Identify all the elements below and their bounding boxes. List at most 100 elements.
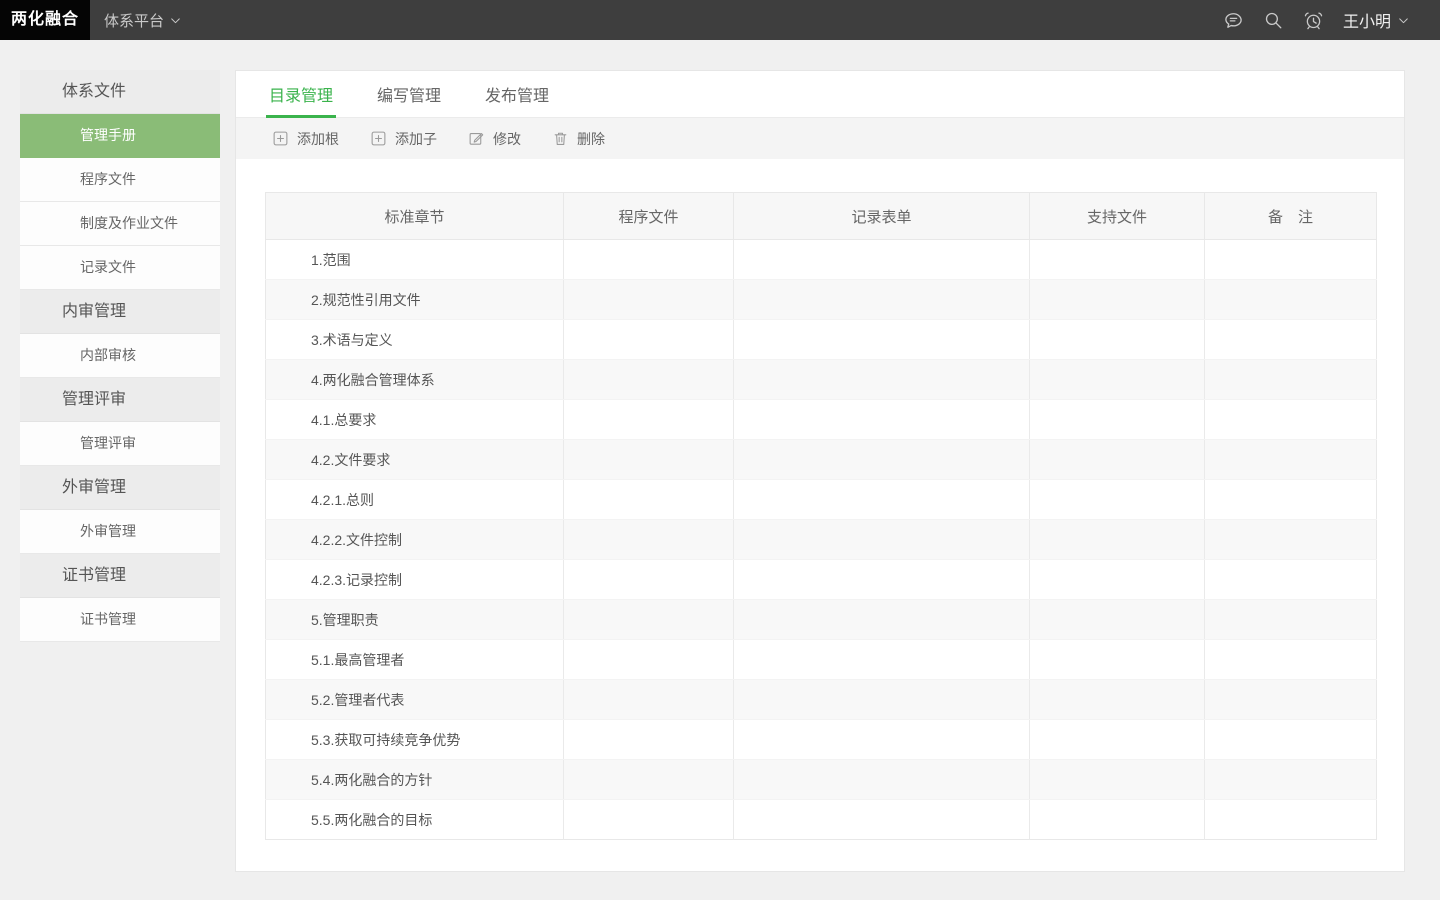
sidebar-item[interactable]: 程序文件 [20,158,220,202]
sidebar-item-active[interactable]: 管理手册 [20,114,220,158]
toolbar-button-4[interactable]: 删除 [552,129,605,149]
empty-cell [1030,480,1205,520]
empty-cell [1205,560,1377,600]
empty-cell [734,320,1030,360]
column-header: 程序文件 [564,193,734,240]
sidebar-item[interactable]: 制度及作业文件 [20,202,220,246]
sidebar-group-header[interactable]: 外审管理 [20,466,220,510]
toolbar-button-label: 修改 [493,129,521,149]
empty-cell [1030,240,1205,280]
sidebar-group-header[interactable]: 证书管理 [20,554,220,598]
empty-cell [564,280,734,320]
chapter-cell: 4.2.1.总则 [266,480,564,520]
sidebar-item[interactable]: 证书管理 [20,598,220,642]
table-row[interactable]: 5.5.两化融合的目标 [266,800,1377,840]
chapter-cell: 4.1.总要求 [266,400,564,440]
empty-cell [564,240,734,280]
alarm-icon[interactable] [1303,10,1324,31]
empty-cell [1030,520,1205,560]
toolbar-button-2[interactable]: 添加子 [370,129,437,149]
empty-cell [734,640,1030,680]
toolbar-button-3[interactable]: 修改 [468,129,521,149]
toolbar: 添加根 添加子 修改 删除 [236,118,1404,159]
table-row[interactable]: 4.1.总要求 [266,400,1377,440]
sidebar-item[interactable]: 记录文件 [20,246,220,290]
column-header: 支持文件 [1030,193,1205,240]
sidebar-item[interactable]: 外审管理 [20,510,220,554]
topbar: 两化融合 体系平台 王小明 [0,0,1440,40]
table-row[interactable]: 5.2.管理者代表 [266,680,1377,720]
empty-cell [734,480,1030,520]
app-logo: 两化融合 [0,0,90,40]
chapter-cell: 1.范围 [266,240,564,280]
empty-cell [1205,280,1377,320]
user-menu[interactable]: 王小明 [1343,8,1410,32]
table-row[interactable]: 5.4.两化融合的方针 [266,760,1377,800]
chevron-down-icon [1397,14,1410,27]
table-row[interactable]: 4.2.1.总则 [266,480,1377,520]
empty-cell [1205,440,1377,480]
chapter-cell: 4.2.3.记录控制 [266,560,564,600]
empty-cell [734,720,1030,760]
table-row[interactable]: 2.规范性引用文件 [266,280,1377,320]
table-header-row: 标准章节程序文件记录表单支持文件备 注 [266,193,1377,240]
tab-1[interactable]: 目录管理 [266,71,336,117]
sidebar-item[interactable]: 内部审核 [20,334,220,378]
empty-cell [564,680,734,720]
main-panel: 目录管理编写管理发布管理 添加根 添加子 修改 删除 标准章节程序文件记录表单支持文件… [235,70,1405,872]
table-body: 1.范围2.规范性引用文件3.术语与定义4.两化融合管理体系4.1.总要求4.2… [266,240,1377,840]
empty-cell [1205,720,1377,760]
empty-cell [1030,640,1205,680]
sidebar-group-header[interactable]: 管理评审 [20,378,220,422]
table-row[interactable]: 1.范围 [266,240,1377,280]
toolbar-button-1[interactable]: 添加根 [272,129,339,149]
empty-cell [1205,600,1377,640]
empty-cell [1030,760,1205,800]
platform-dropdown[interactable]: 体系平台 [104,10,182,31]
sidebar-group-header[interactable]: 内审管理 [20,290,220,334]
empty-cell [1205,320,1377,360]
empty-cell [564,720,734,760]
chevron-down-icon [169,14,182,27]
empty-cell [1030,800,1205,840]
message-icon[interactable] [1223,10,1244,31]
chapter-cell: 5.5.两化融合的目标 [266,800,564,840]
chapter-cell: 4.2.2.文件控制 [266,520,564,560]
chapter-cell: 5.1.最高管理者 [266,640,564,680]
empty-cell [564,600,734,640]
table-row[interactable]: 3.术语与定义 [266,320,1377,360]
empty-cell [1030,360,1205,400]
toolbar-button-label: 添加子 [395,129,437,149]
tab-2[interactable]: 编写管理 [374,71,444,117]
plus-square-icon [272,130,289,147]
trash-icon [552,130,569,147]
empty-cell [734,280,1030,320]
sidebar: 体系文件管理手册程序文件制度及作业文件记录文件内审管理内部审核管理评审管理评审外… [20,70,220,642]
sidebar-item[interactable]: 管理评审 [20,422,220,466]
chapter-cell: 2.规范性引用文件 [266,280,564,320]
table-row[interactable]: 5.1.最高管理者 [266,640,1377,680]
search-icon[interactable] [1263,10,1284,31]
empty-cell [1205,480,1377,520]
table-row[interactable]: 4.两化融合管理体系 [266,360,1377,400]
table-row[interactable]: 5.3.获取可持续竞争优势 [266,720,1377,760]
chapter-cell: 5.4.两化融合的方针 [266,760,564,800]
table-row[interactable]: 4.2.2.文件控制 [266,520,1377,560]
empty-cell [564,760,734,800]
empty-cell [734,440,1030,480]
empty-cell [734,400,1030,440]
table-row[interactable]: 5.管理职责 [266,600,1377,640]
empty-cell [1030,680,1205,720]
empty-cell [1030,280,1205,320]
empty-cell [734,800,1030,840]
table-row[interactable]: 4.2.3.记录控制 [266,560,1377,600]
chapter-cell: 3.术语与定义 [266,320,564,360]
empty-cell [564,440,734,480]
empty-cell [734,760,1030,800]
table-row[interactable]: 4.2.文件要求 [266,440,1377,480]
column-header: 标准章节 [266,193,564,240]
sidebar-group-header[interactable]: 体系文件 [20,70,220,114]
empty-cell [734,600,1030,640]
tab-3[interactable]: 发布管理 [482,71,552,117]
platform-label: 体系平台 [104,10,164,31]
